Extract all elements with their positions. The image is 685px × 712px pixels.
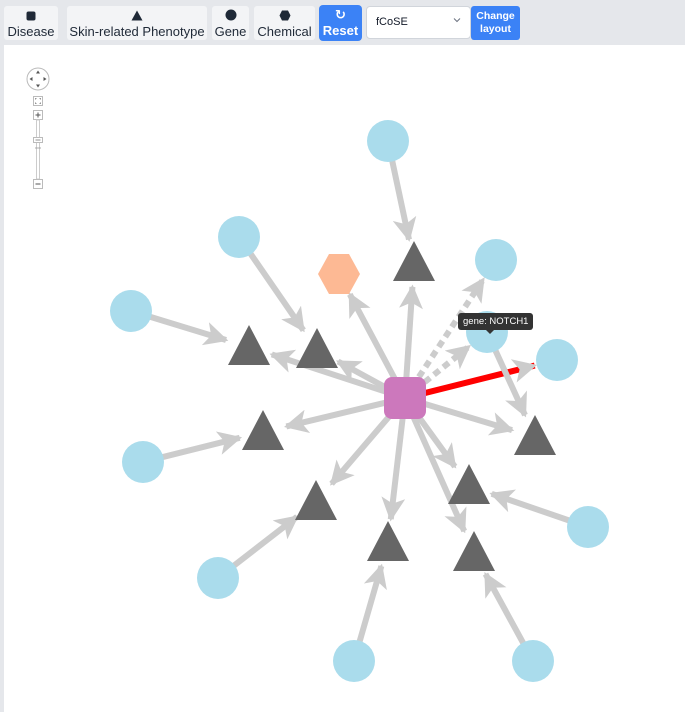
graph-edge[interactable]	[354, 563, 387, 650]
phenotype-node[interactable]	[296, 328, 338, 368]
gene-node[interactable]	[122, 441, 164, 483]
zoom-slider-track[interactable]	[36, 119, 40, 180]
gene-node[interactable]	[475, 239, 517, 281]
zoom-in-button[interactable]	[33, 110, 43, 120]
phenotype-node[interactable]	[367, 521, 409, 561]
phenotype-node[interactable]	[228, 325, 270, 365]
graph-edge[interactable]	[489, 489, 578, 526]
graph-edge[interactable]	[284, 398, 393, 434]
phenotype-node[interactable]	[448, 464, 490, 504]
phenotype-node[interactable]	[295, 480, 337, 520]
disease-node[interactable]	[384, 377, 426, 419]
graph-edge[interactable]	[416, 398, 515, 436]
graph-edge[interactable]	[407, 408, 467, 534]
graph-edge[interactable]	[154, 431, 243, 462]
gene-node[interactable]	[567, 506, 609, 548]
zoom-out-button[interactable]	[33, 179, 43, 189]
gene-node[interactable]	[536, 339, 578, 381]
gene-node[interactable]	[512, 640, 554, 682]
gene-node[interactable]	[218, 216, 260, 258]
graph-canvas[interactable]	[0, 0, 685, 712]
graph-edge[interactable]	[142, 311, 229, 346]
graph-edge[interactable]	[489, 342, 528, 418]
pan-zoom-control[interactable]	[25, 67, 51, 192]
node-tooltip: gene: NOTCH1	[458, 313, 534, 334]
graph-edge[interactable]	[243, 245, 306, 333]
graph-edge[interactable]	[226, 514, 299, 573]
phenotype-node[interactable]	[514, 415, 556, 455]
graph-edge[interactable]	[398, 284, 423, 386]
pan-control[interactable]	[26, 67, 50, 91]
gene-node[interactable]	[333, 640, 375, 682]
phenotype-node[interactable]	[453, 531, 495, 571]
phenotype-node[interactable]	[393, 241, 435, 281]
graph-edge[interactable]	[329, 406, 399, 486]
graph-edge[interactable]	[387, 152, 417, 242]
graph-edge[interactable]	[482, 571, 530, 652]
gene-node[interactable]	[110, 290, 152, 332]
phenotype-node[interactable]	[242, 410, 284, 450]
chemical-node[interactable]	[318, 254, 360, 294]
graph-edge[interactable]	[381, 410, 407, 522]
gene-node[interactable]	[197, 557, 239, 599]
fit-view-button[interactable]	[33, 96, 43, 106]
gene-node[interactable]	[367, 120, 409, 162]
